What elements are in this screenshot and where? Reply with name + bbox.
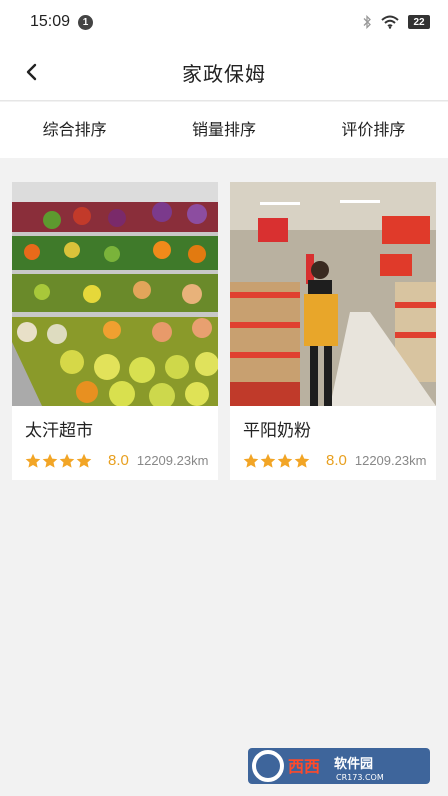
star-icon [260,453,276,468]
store-meta: 8.0 12209.23km [230,442,436,469]
store-meta: 8.0 12209.23km [12,442,218,469]
store-card[interactable]: 平阳奶粉 8.0 12209.23km [230,182,436,480]
rating-value: 8.0 [108,452,129,469]
back-button[interactable] [18,58,46,86]
status-time: 15:09 [30,13,71,30]
store-grid: 太汗超市 8.0 12209.23km 平阳奶粉 8.0 12209.23km [12,182,436,480]
tab-sort-overall[interactable]: 综合排序 [0,102,149,158]
status-right: 22 [362,15,430,29]
status-left: 15:09 1 [30,13,94,31]
tab-sort-sales[interactable]: 销量排序 [149,102,298,158]
rating-stars [25,453,92,469]
store-image [230,182,436,406]
star-icon [243,453,259,468]
rating-value: 8.0 [326,452,347,469]
svg-text:西西: 西西 [288,757,320,776]
bluetooth-icon [363,15,371,29]
svg-text:CR173.COM: CR173.COM [336,773,384,782]
wifi-icon [381,15,399,29]
header-bar: 家政保姆 [0,44,448,101]
star-icon [76,453,92,468]
star-icon [42,453,58,468]
sort-bar: 综合排序 销量排序 评价排序 [0,102,448,158]
chevron-left-icon [26,63,37,81]
page-title: 家政保姆 [182,61,266,86]
watermark-logo: 西西 软件园 CR173.COM [248,748,430,784]
store-name: 平阳奶粉 [243,421,311,441]
notification-badge: 1 [78,14,94,30]
rating-stars [243,453,310,469]
star-icon [277,453,293,468]
tab-sort-reviews[interactable]: 评价排序 [299,102,448,158]
store-image [12,182,218,406]
store-name: 太汗超市 [25,421,93,441]
store-card[interactable]: 太汗超市 8.0 12209.23km [12,182,218,480]
status-bar: 15:09 1 22 [0,0,448,44]
star-icon [59,453,75,468]
distance-value: 12209.23km [136,453,209,468]
svg-text:软件园: 软件园 [334,756,373,772]
battery-icon: 22 [408,15,430,29]
star-icon [25,453,41,468]
star-icon [294,453,310,468]
distance-value: 12209.23km [354,453,427,468]
